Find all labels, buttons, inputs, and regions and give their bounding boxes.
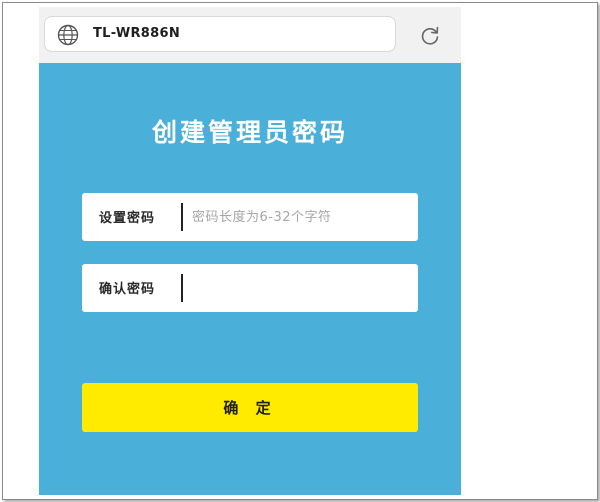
field-divider (181, 274, 183, 302)
address-bar[interactable]: TL-WR886N (44, 16, 396, 52)
set-password-label: 设置密码 (99, 211, 156, 226)
field-divider (181, 203, 183, 231)
confirm-password-label: 确认密码 (99, 282, 156, 297)
confirm-password-field: 确认密码 (82, 264, 418, 312)
confirm-button[interactable]: 确 定 (82, 383, 418, 432)
globe-icon (57, 24, 79, 46)
browser-toolbar: TL-WR886N (39, 7, 461, 63)
page-title: 创建管理员密码 (151, 118, 348, 147)
set-password-input[interactable] (192, 201, 406, 233)
set-password-field: 设置密码 (82, 193, 418, 241)
confirm-password-input[interactable] (192, 272, 406, 304)
router-login-page: TL-WR886N 创建管理员密码 设置密码 确认密码 确 定 (39, 7, 461, 495)
refresh-icon[interactable] (418, 24, 442, 48)
screenshot-frame: TL-WR886N 创建管理员密码 设置密码 确认密码 确 定 (2, 2, 598, 500)
url-text: TL-WR886N (93, 26, 181, 41)
